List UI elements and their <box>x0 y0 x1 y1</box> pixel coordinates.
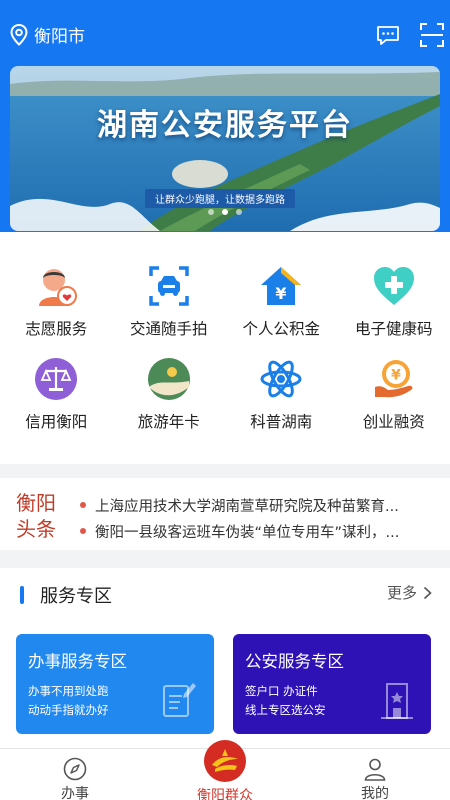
service-finance[interactable]: ¥ 创业融资 <box>338 357 450 432</box>
building-icon <box>381 683 413 719</box>
banner-slogan: 让群众少跑腿，让数据多跑路 <box>145 189 295 208</box>
service-health-code[interactable]: 电子健康码 <box>338 264 450 339</box>
finance-yuan-icon: ¥ <box>372 357 416 401</box>
header-background: 衡阳市 湖南公安服务平台 让群众少跑腿，让数据多跑路 <box>0 0 450 240</box>
carousel-dot[interactable] <box>208 209 214 215</box>
affairs-service-card[interactable]: 办事服务专区 办事不用到处跑 动动手指就办好 <box>16 634 214 734</box>
carousel-dot[interactable] <box>236 209 242 215</box>
science-atom-icon <box>259 357 303 401</box>
tab-label: 衡阳群众 <box>197 788 253 800</box>
hengyang-logo-icon <box>204 740 246 782</box>
banner-carousel[interactable]: 湖南公安服务平台 让群众少跑腿，让数据多跑路 <box>10 66 440 231</box>
tab-hengyang-masses[interactable]: 衡阳群众 <box>150 740 300 800</box>
news-brand: 衡阳 头条 <box>16 490 66 542</box>
svg-text:¥: ¥ <box>276 284 287 303</box>
card-description: 签户口 办证件 线上专区选公安 <box>245 682 326 720</box>
more-link[interactable]: 更多 <box>387 582 432 603</box>
service-zone-header: 服务专区 更多 <box>0 568 450 622</box>
document-edit-icon <box>163 683 196 717</box>
location-selector[interactable]: 衡阳市 <box>10 22 85 47</box>
service-label: 信用衡阳 <box>25 413 88 431</box>
card-title: 公安服务专区 <box>245 652 344 671</box>
compass-icon <box>63 757 87 781</box>
bullet-icon <box>80 502 86 508</box>
card-desc-line: 办事不用到处跑 <box>28 684 109 698</box>
news-item[interactable]: 衡阳一县级客运班车伪装“单位专用车”谋利，... <box>80 518 442 544</box>
news-brand-line: 衡阳 <box>16 491 56 515</box>
tab-label: 我的 <box>361 786 389 800</box>
section-title: 服务专区 <box>40 586 112 607</box>
service-label: 科普湖南 <box>250 413 313 431</box>
card-desc-line: 动动手指就办好 <box>28 703 109 717</box>
city-name: 衡阳市 <box>34 27 85 47</box>
carousel-dot-active[interactable] <box>222 209 228 215</box>
service-traffic-camera[interactable]: 交通随手拍 <box>113 264 226 339</box>
section-accent-bar <box>20 586 24 604</box>
traffic-camera-icon <box>147 264 191 308</box>
housing-fund-icon: ¥ <box>259 264 303 308</box>
service-zone: 服务专区 更多 办事服务专区 办事不用到处跑 动动手指就办好 公安服务专区 签户… <box>0 568 450 748</box>
card-title: 办事服务专区 <box>28 652 127 671</box>
svg-text:¥: ¥ <box>391 368 401 384</box>
police-service-card[interactable]: 公安服务专区 签户口 办证件 线上专区选公安 <box>233 634 431 734</box>
message-icon[interactable] <box>375 22 401 48</box>
service-housing-fund[interactable]: ¥ 个人公积金 <box>225 264 338 339</box>
service-label: 志愿服务 <box>25 320 88 338</box>
card-desc-line: 签户口 办证件 <box>245 684 318 698</box>
bullet-icon <box>80 528 86 534</box>
banner-title: 湖南公安服务平台 <box>97 108 353 143</box>
service-grid: 志愿服务 交通随手拍 ¥ 个人公积金 电子健康码 信用衡阳 旅游年卡 科普湖南 … <box>0 232 450 432</box>
service-label: 旅游年卡 <box>137 413 200 431</box>
credit-scale-icon <box>34 357 78 401</box>
service-travel-card[interactable]: 旅游年卡 <box>113 357 226 432</box>
service-label: 创业融资 <box>362 413 425 431</box>
carousel-dots <box>0 209 450 215</box>
news-brand-line: 头条 <box>16 517 56 541</box>
location-pin-icon <box>10 23 28 46</box>
service-credit[interactable]: 信用衡阳 <box>0 357 113 432</box>
bottom-tab-bar: 办事 衡阳群众 我的 <box>0 740 450 800</box>
volunteer-icon <box>34 264 78 308</box>
news-list: 上海应用技术大学湖南萱草研究院及种苗繁育... 衡阳一县级客运班车伪装“单位专用… <box>80 492 442 544</box>
card-description: 办事不用到处跑 动动手指就办好 <box>28 682 109 720</box>
news-text: 上海应用技术大学湖南萱草研究院及种苗繁育... <box>95 498 399 515</box>
service-label: 电子健康码 <box>354 320 433 338</box>
card-desc-line: 线上专区选公安 <box>245 703 326 717</box>
tab-label: 办事 <box>61 786 89 800</box>
scan-icon[interactable] <box>419 22 445 48</box>
tab-mine[interactable]: 我的 <box>300 749 450 800</box>
travel-card-icon <box>147 357 191 401</box>
app-screen: 衡阳市 湖南公安服务平台 让群众少跑腿，让数据多跑路 志愿服务 交通随手拍 ¥ … <box>0 0 450 800</box>
service-label: 交通随手拍 <box>129 320 208 338</box>
top-bar: 衡阳市 <box>0 0 450 66</box>
news-item[interactable]: 上海应用技术大学湖南萱草研究院及种苗繁育... <box>80 492 442 518</box>
health-code-icon <box>372 264 416 308</box>
service-science[interactable]: 科普湖南 <box>225 357 338 432</box>
news-text: 衡阳一县级客运班车伪装“单位专用车”谋利，... <box>95 524 400 541</box>
service-grid-card: 志愿服务 交通随手拍 ¥ 个人公积金 电子健康码 信用衡阳 旅游年卡 科普湖南 … <box>0 232 450 464</box>
service-volunteer[interactable]: 志愿服务 <box>0 264 113 339</box>
headline-news: 衡阳 头条 上海应用技术大学湖南萱草研究院及种苗繁育... 衡阳一县级客运班车伪… <box>0 478 450 550</box>
user-icon <box>363 757 387 781</box>
chevron-right-icon <box>423 586 432 599</box>
more-label: 更多 <box>386 584 417 602</box>
tab-affairs[interactable]: 办事 <box>0 749 150 800</box>
service-label: 个人公积金 <box>242 320 320 338</box>
